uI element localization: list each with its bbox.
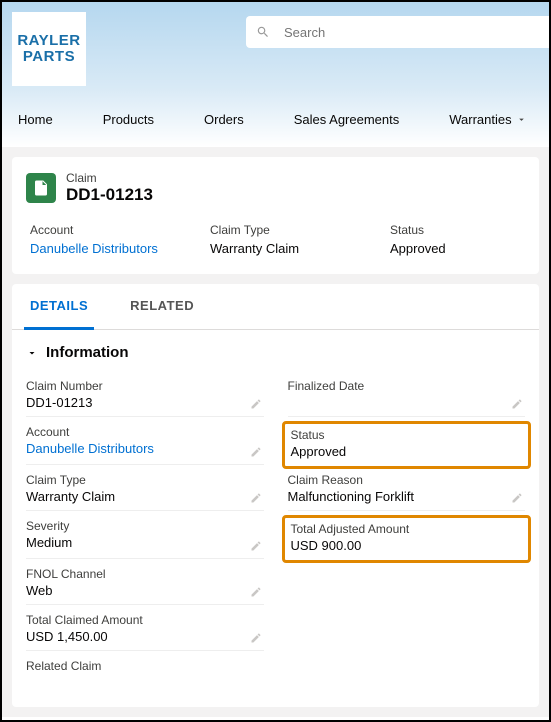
- summary-claimtype-value: Warranty Claim: [210, 241, 350, 256]
- edit-icon[interactable]: [250, 632, 262, 644]
- field-related-claim: Related Claim: [26, 659, 264, 693]
- section-toggle-information[interactable]: Information: [26, 344, 525, 361]
- account-link[interactable]: Danubelle Distributors: [26, 441, 246, 456]
- logo[interactable]: RAYLER PARTS: [12, 12, 86, 86]
- chevron-down-icon: [26, 347, 38, 359]
- field-account: Account Danubelle Distributors: [26, 425, 264, 465]
- search-box[interactable]: [246, 16, 549, 48]
- tab-details[interactable]: DETAILS: [24, 284, 94, 330]
- nav-orders[interactable]: Orders: [204, 112, 244, 127]
- tab-related[interactable]: RELATED: [124, 284, 200, 329]
- field-status: Status Approved: [291, 428, 523, 462]
- field-total-adjusted: Total Adjusted Amount USD 900.00: [291, 522, 523, 556]
- field-severity: Severity Medium: [26, 519, 264, 559]
- edit-icon[interactable]: [511, 398, 523, 410]
- edit-icon[interactable]: [250, 586, 262, 598]
- record-name: DD1-01213: [66, 185, 153, 205]
- summary-status-label: Status: [390, 223, 530, 237]
- summary-status-value: Approved: [390, 241, 530, 256]
- summary-claimtype-label: Claim Type: [210, 223, 350, 237]
- object-label: Claim: [66, 171, 153, 185]
- record-header: Claim DD1-01213 Account Danubelle Distri…: [12, 157, 539, 274]
- field-total-claimed: Total Claimed Amount USD 1,450.00: [26, 613, 264, 651]
- section-title: Information: [46, 344, 129, 361]
- field-fnol-channel: FNOL Channel Web: [26, 567, 264, 605]
- claim-icon: [26, 173, 56, 203]
- tab-bar: DETAILS RELATED: [12, 284, 539, 330]
- edit-icon[interactable]: [511, 492, 523, 504]
- search-icon: [256, 25, 270, 39]
- edit-icon[interactable]: [250, 446, 262, 458]
- field-finalized-date: Finalized Date: [288, 379, 526, 417]
- field-claim-number: Claim Number DD1-01213: [26, 379, 264, 417]
- summary-account-value[interactable]: Danubelle Distributors: [30, 241, 170, 256]
- nav-home[interactable]: Home: [18, 112, 53, 127]
- edit-icon[interactable]: [250, 540, 262, 552]
- field-total-adjusted-highlight: Total Adjusted Amount USD 900.00: [288, 519, 526, 559]
- nav-warranties[interactable]: Warranties: [449, 112, 526, 127]
- edit-icon[interactable]: [250, 398, 262, 410]
- nav-products[interactable]: Products: [103, 112, 154, 127]
- field-status-highlight: Status Approved: [288, 425, 526, 465]
- nav-bar: Home Products Orders Sales Agreements Wa…: [2, 86, 549, 139]
- field-claim-reason: Claim Reason Malfunctioning Forklift: [288, 473, 526, 511]
- field-claim-type: Claim Type Warranty Claim: [26, 473, 264, 511]
- summary-account-label: Account: [30, 223, 170, 237]
- chevron-down-icon: [516, 114, 527, 125]
- edit-icon[interactable]: [250, 492, 262, 504]
- nav-sales-agreements[interactable]: Sales Agreements: [294, 112, 400, 127]
- search-input[interactable]: [284, 25, 539, 40]
